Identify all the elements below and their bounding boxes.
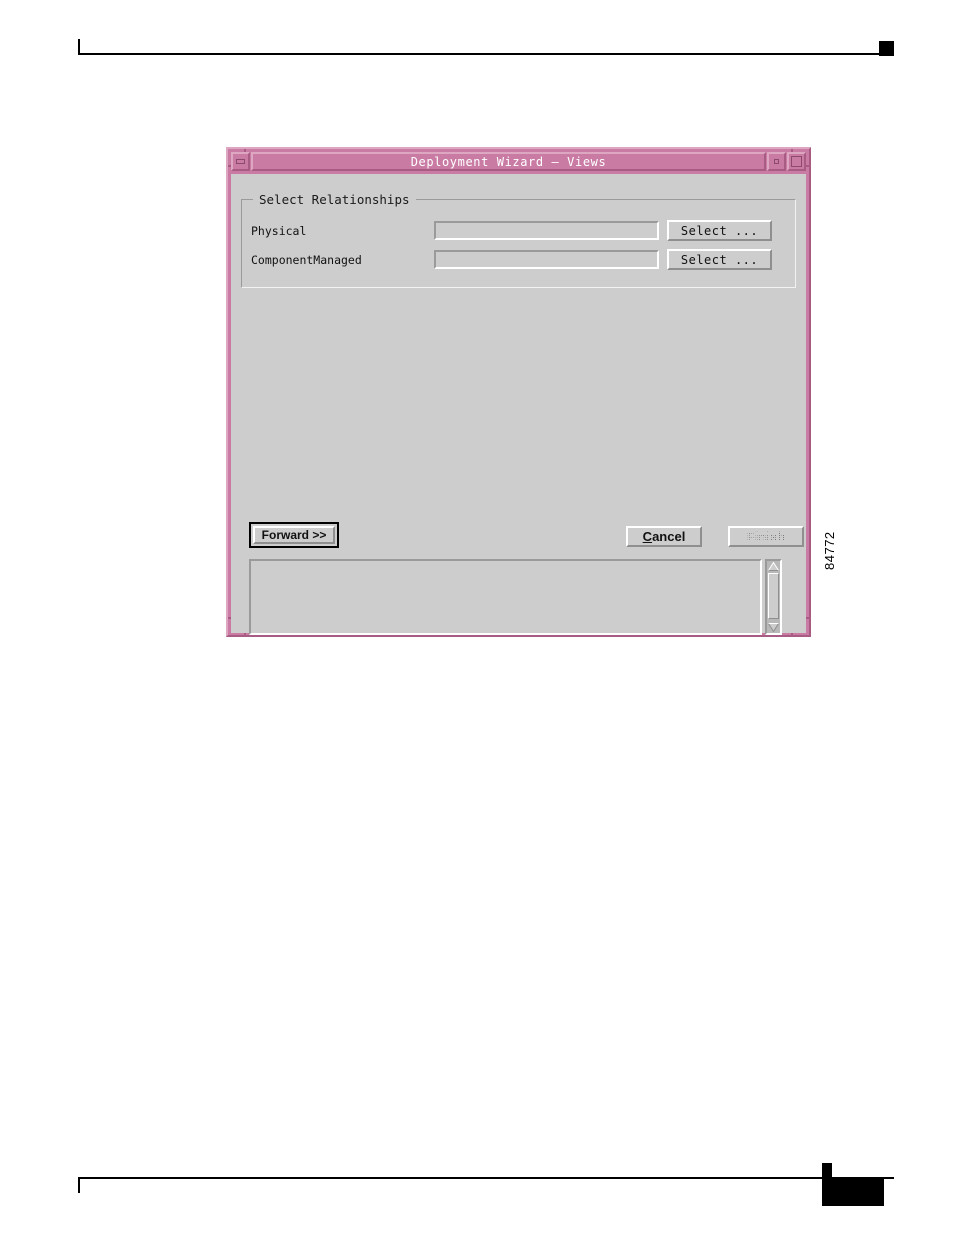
footer-horizontal-rule xyxy=(78,1177,894,1179)
scrollbar-thumb[interactable] xyxy=(768,573,779,619)
scroll-up-arrow-icon[interactable] xyxy=(768,562,779,571)
finish-button[interactable]: Finish xyxy=(728,526,804,547)
cancel-label-rest: ancel xyxy=(652,529,686,544)
header-right-block xyxy=(879,41,894,56)
minimize-icon xyxy=(236,159,245,164)
form-row-componentmanaged: ComponentManaged Select ... xyxy=(251,249,782,270)
group-rows: Physical Select ... ComponentManaged Sel… xyxy=(241,199,796,278)
figure-screenshot: Deployment Wizard — Views Select Relatio… xyxy=(226,147,837,637)
physical-select-button[interactable]: Select ... xyxy=(667,220,772,241)
window-title: Deployment Wizard — Views xyxy=(251,152,766,171)
select-relationships-group: Select Relationships Physical Select ...… xyxy=(241,192,796,288)
title-bar[interactable]: Deployment Wizard — Views xyxy=(231,152,806,171)
label-componentmanaged: ComponentManaged xyxy=(251,252,362,267)
cancel-mnemonic: C xyxy=(642,529,653,544)
restore-icon xyxy=(774,159,779,164)
header-horizontal-rule xyxy=(78,53,894,55)
maximize-icon xyxy=(791,156,802,167)
page-footer-rule xyxy=(78,1163,894,1208)
scroll-down-arrow-icon[interactable] xyxy=(768,623,779,632)
figure-id-label: 84772 xyxy=(822,531,837,570)
label-physical: Physical xyxy=(251,223,307,238)
group-legend: Select Relationships xyxy=(253,192,416,207)
minimize-button[interactable] xyxy=(231,152,250,171)
footer-left-tick xyxy=(78,1177,80,1193)
window-frame: Deployment Wizard — Views Select Relatio… xyxy=(226,147,811,637)
console-output-area xyxy=(249,559,782,635)
componentmanaged-input[interactable] xyxy=(434,250,659,269)
componentmanaged-select-button[interactable]: Select ... xyxy=(667,249,772,270)
form-row-physical: Physical Select ... xyxy=(251,220,782,241)
dialog-client-area: Select Relationships Physical Select ...… xyxy=(231,174,806,635)
finish-label: Finish xyxy=(745,529,787,544)
footer-tab-marker xyxy=(822,1163,832,1179)
console-textarea[interactable] xyxy=(249,559,762,635)
physical-input[interactable] xyxy=(434,221,659,240)
console-scrollbar[interactable] xyxy=(765,559,782,635)
maximize-button[interactable] xyxy=(787,152,806,171)
page-header-rule xyxy=(78,33,894,56)
default-button-indicator: Forward >> xyxy=(249,522,339,548)
scrollbar-track[interactable] xyxy=(768,572,779,622)
cancel-button[interactable]: Cancel xyxy=(626,526,702,547)
footer-right-block xyxy=(822,1178,884,1206)
restore-button[interactable] xyxy=(767,152,786,171)
dialog-action-row: Forward >> Cancel Finish xyxy=(241,522,804,550)
forward-button[interactable]: Forward >> xyxy=(253,526,335,544)
